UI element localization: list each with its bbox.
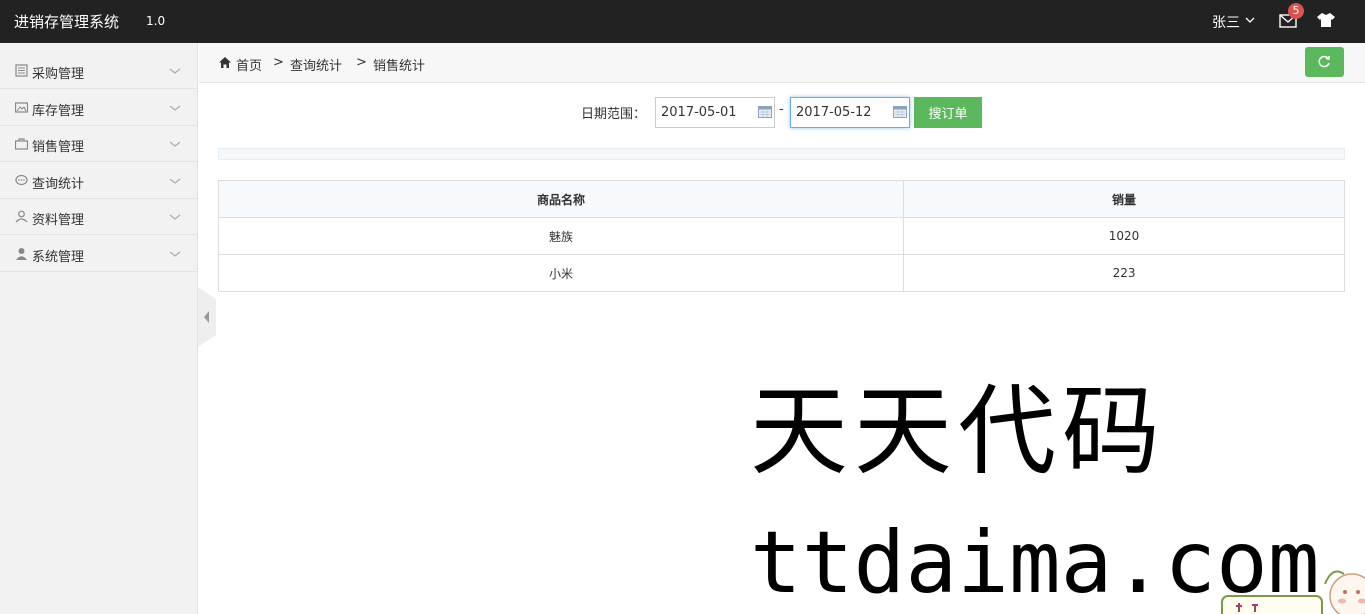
- breadcrumb-query-stats[interactable]: 查询统计: [290, 55, 342, 74]
- list-icon: [15, 64, 28, 77]
- user-icon: [16, 248, 27, 260]
- toolbar-strip: [218, 148, 1345, 160]
- refresh-icon: [1318, 55, 1330, 68]
- table-cell-product: 小米: [217, 254, 905, 292]
- calendar-icon[interactable]: [758, 106, 772, 118]
- table-cell-sales: 1020: [903, 217, 1345, 255]
- table-row[interactable]: 小米 223: [217, 254, 1345, 292]
- image-icon: [15, 102, 28, 113]
- breadcrumb-separator: >: [356, 55, 367, 70]
- sidebar-item-sales[interactable]: 销售管理: [0, 126, 198, 162]
- breadcrumb: 首页 > 查询统计 > 销售统计: [199, 43, 1365, 83]
- breadcrumb-home[interactable]: 首页: [236, 55, 262, 74]
- breadcrumb-separator: >: [273, 55, 284, 70]
- sidebar-collapse-handle[interactable]: [198, 287, 216, 347]
- end-date-input[interactable]: [790, 97, 910, 128]
- home-icon: [219, 57, 231, 68]
- chevron-down-icon: [169, 214, 181, 220]
- chevron-down-icon: [169, 178, 181, 184]
- column-header-product[interactable]: 商品名称: [217, 180, 905, 218]
- table-cell-sales: 223: [903, 254, 1345, 292]
- sidebar-item-label: 系统管理: [32, 250, 85, 265]
- chevron-down-icon[interactable]: [1245, 15, 1255, 25]
- chevron-down-icon: [169, 141, 181, 147]
- top-navbar: 进销存管理系统 1.0 张三 5: [0, 0, 1365, 43]
- date-range-separator: -: [779, 102, 784, 117]
- date-range-label: 日期范围：: [581, 107, 647, 122]
- watermark-title: 天天代码: [750, 375, 1167, 489]
- sidebar-item-inventory[interactable]: 库存管理: [0, 90, 198, 126]
- mascot-image: [1221, 570, 1365, 614]
- notification-badge: 5: [1288, 3, 1304, 19]
- sidebar-item-label: 查询统计: [32, 177, 85, 192]
- sidebar-item-label: 资料管理: [32, 213, 85, 228]
- refresh-button[interactable]: [1305, 47, 1344, 77]
- start-date-input[interactable]: [655, 97, 775, 128]
- sidebar: 采购管理 库存管理 销售管理 查询统计 资料管理 系统管理: [0, 43, 198, 614]
- calendar-icon[interactable]: [893, 106, 907, 118]
- sidebar-item-query-stats[interactable]: 查询统计: [0, 163, 198, 199]
- sales-table: 商品名称 销量 魅族 1020 小米 223: [217, 180, 1345, 292]
- column-header-sales[interactable]: 销量: [903, 180, 1345, 218]
- app-version: 1.0: [146, 14, 166, 28]
- sidebar-item-label: 采购管理: [32, 67, 85, 82]
- search-orders-button[interactable]: 搜订单: [914, 97, 982, 128]
- table-header-row: 商品名称 销量: [217, 180, 1345, 218]
- sidebar-item-label: 库存管理: [32, 104, 85, 119]
- sidebar-item-data[interactable]: 资料管理: [0, 199, 198, 235]
- app-title[interactable]: 进销存管理系统: [14, 11, 119, 32]
- chat-icon: [15, 174, 28, 186]
- chevron-down-icon: [169, 251, 181, 257]
- chevron-down-icon: [169, 105, 181, 111]
- table-cell-product: 魅族: [217, 217, 905, 255]
- table-row[interactable]: 魅族 1020: [217, 217, 1345, 255]
- sidebar-item-purchase[interactable]: 采购管理: [0, 53, 198, 89]
- user-outline-icon: [15, 210, 28, 223]
- user-menu[interactable]: 张三: [1212, 12, 1240, 32]
- briefcase-icon: [15, 138, 28, 150]
- sidebar-item-system[interactable]: 系统管理: [0, 236, 198, 272]
- chevron-down-icon: [169, 68, 181, 74]
- breadcrumb-current: 销售统计: [373, 59, 426, 74]
- shirt-icon[interactable]: [1317, 12, 1335, 28]
- sidebar-item-label: 销售管理: [32, 140, 85, 155]
